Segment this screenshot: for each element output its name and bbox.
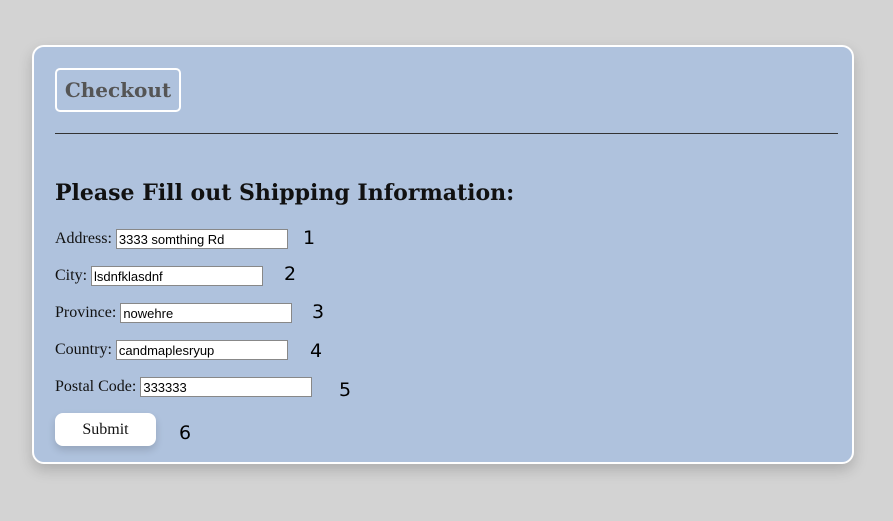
postal-code-row: Postal Code: <box>55 376 313 398</box>
postal-code-field[interactable] <box>140 377 313 397</box>
city-field[interactable] <box>91 266 264 286</box>
province-row: Province: <box>55 302 293 324</box>
marker-3: 3 <box>312 301 325 323</box>
marker-4: 4 <box>310 340 323 362</box>
divider <box>55 133 838 134</box>
country-label: Country: <box>55 341 112 358</box>
city-label: City: <box>55 267 88 284</box>
page-title: Please Fill out Shipping Information: <box>55 180 515 206</box>
checkout-card: Checkout Please Fill out Shipping Inform… <box>32 45 854 464</box>
postal-code-label: Postal Code: <box>55 378 137 395</box>
marker-1: 1 <box>303 227 316 249</box>
city-row: City: <box>55 265 264 287</box>
marker-5: 5 <box>339 379 352 401</box>
checkout-tab[interactable]: Checkout <box>55 68 181 112</box>
province-label: Province: <box>55 304 117 321</box>
submit-button[interactable]: Submit <box>55 413 156 446</box>
address-label: Address: <box>55 230 112 247</box>
province-field[interactable] <box>120 303 293 323</box>
country-field[interactable] <box>115 340 288 360</box>
marker-6: 6 <box>179 422 192 444</box>
address-field[interactable] <box>115 229 288 249</box>
marker-2: 2 <box>284 263 297 285</box>
country-row: Country: <box>55 339 288 361</box>
address-row: Address: <box>55 228 288 250</box>
